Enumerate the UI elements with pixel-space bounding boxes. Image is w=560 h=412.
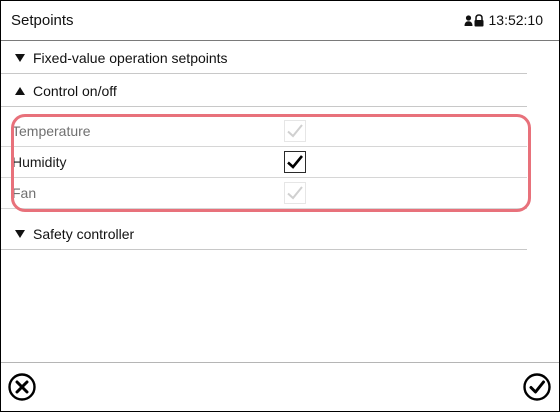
- temperature-checkbox: [284, 120, 306, 142]
- check-icon: [287, 155, 304, 169]
- bottom-bar: [1, 362, 559, 411]
- section-header: Safety controller: [15, 226, 134, 242]
- section-control-on-off[interactable]: Control on/off: [1, 74, 527, 107]
- status-clock: 13:52:10: [464, 12, 544, 28]
- section-fixed-value-setpoints[interactable]: Fixed-value operation setpoints: [1, 41, 527, 74]
- check-icon: [287, 186, 303, 200]
- control-row-temperature: Temperature: [1, 116, 527, 147]
- section-header: Control on/off: [15, 83, 117, 99]
- setpoints-window: Setpoints 13:52:10 Fixed-value operation…: [0, 0, 560, 412]
- title-bar: Setpoints 13:52:10: [1, 1, 559, 41]
- triangle-up-icon: [15, 87, 25, 95]
- control-row-humidity: Humidity: [1, 147, 527, 178]
- section-label: Safety controller: [33, 226, 135, 242]
- cancel-button[interactable]: [7, 372, 37, 402]
- humidity-label: Humidity: [12, 154, 67, 170]
- triangle-down-icon: [15, 230, 25, 238]
- triangle-down-icon: [15, 54, 25, 62]
- section-label: Control on/off: [33, 83, 117, 99]
- section-label: Fixed-value operation setpoints: [33, 50, 228, 66]
- check-circle-icon: [523, 373, 551, 401]
- section-header: Fixed-value operation setpoints: [15, 50, 228, 66]
- fan-checkbox: [284, 182, 306, 204]
- temperature-label: Temperature: [12, 123, 91, 139]
- fan-label: Fan: [12, 185, 37, 201]
- setpoints-content: Fixed-value operation setpoints Control …: [1, 41, 559, 361]
- close-circle-icon: [8, 373, 36, 401]
- humidity-checkbox[interactable]: [284, 151, 306, 173]
- clock-time: 13:52:10: [488, 12, 544, 28]
- section-safety-controller[interactable]: Safety controller: [1, 217, 527, 250]
- check-icon: [287, 124, 303, 138]
- page-title: Setpoints: [11, 12, 74, 29]
- control-row-fan: Fan: [1, 178, 527, 209]
- user-lock-icon: [464, 13, 486, 27]
- confirm-button[interactable]: [522, 372, 552, 402]
